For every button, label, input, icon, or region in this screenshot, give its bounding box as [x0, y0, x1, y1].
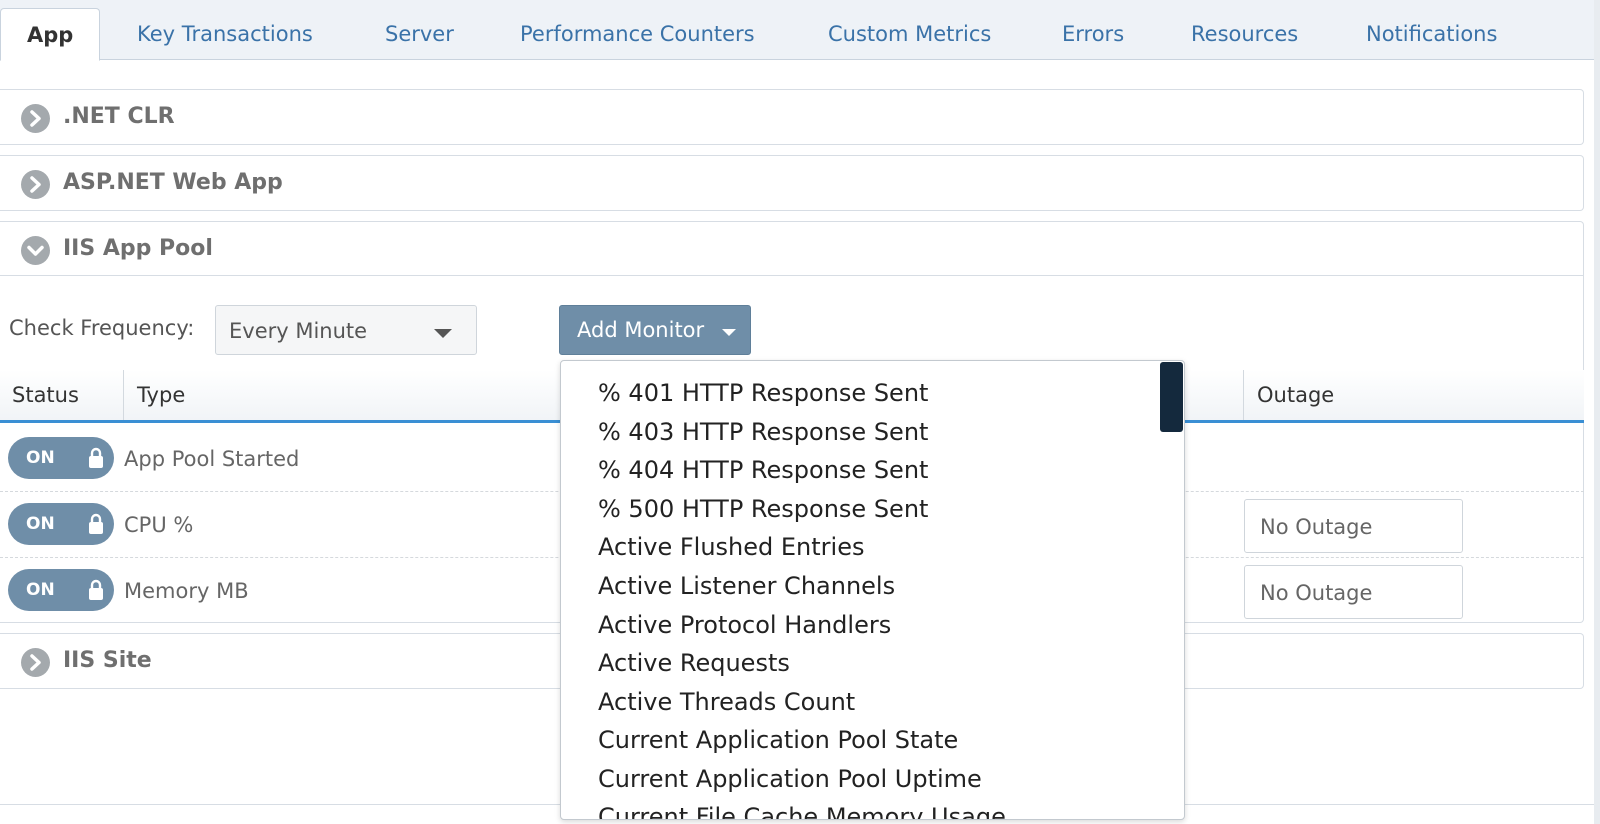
lock-icon: [89, 579, 103, 600]
monitor-type: Memory MB: [124, 579, 249, 603]
dropdown-item[interactable]: % 401 HTTP Response Sent: [598, 374, 928, 412]
chevron-right-icon: [21, 648, 50, 677]
monitor-type: CPU %: [124, 513, 194, 537]
panel-aspnet-header[interactable]: ASP.NET Web App: [0, 156, 1583, 210]
caret-down-icon: [434, 329, 452, 338]
add-monitor-button[interactable]: Add Monitor: [559, 305, 751, 355]
dropdown-item[interactable]: Active Flushed Entries: [598, 528, 864, 566]
tab-resources[interactable]: Resources: [1191, 8, 1298, 60]
dropdown-item[interactable]: Current Application Pool Uptime: [598, 760, 982, 798]
monitor-type: App Pool Started: [124, 447, 300, 471]
tab-bar: App Key Transactions Server Performance …: [0, 0, 1594, 61]
dropdown-item[interactable]: Current File Cache Memory Usage: [598, 798, 1006, 819]
toggle-label: ON: [26, 580, 55, 600]
dropdown-item[interactable]: Active Threads Count: [598, 683, 855, 721]
header-status[interactable]: Status: [12, 370, 79, 420]
panel-title: IIS Site: [63, 648, 152, 673]
add-monitor-dropdown: % 401 HTTP Response Sent % 403 HTTP Resp…: [560, 360, 1185, 820]
dropdown-item[interactable]: Active Requests: [598, 644, 790, 682]
caret-down-icon: [722, 329, 736, 336]
tab-errors[interactable]: Errors: [1062, 8, 1124, 60]
panel-title: ASP.NET Web App: [63, 170, 283, 195]
tab-performance-counters[interactable]: Performance Counters: [520, 8, 755, 60]
panel-title: .NET CLR: [63, 104, 175, 129]
column-divider: [1243, 370, 1244, 420]
tab-key-transactions[interactable]: Key Transactions: [137, 8, 313, 60]
panel-iis-app-pool-header[interactable]: IIS App Pool: [0, 222, 1583, 276]
check-frequency-select[interactable]: Every Minute: [215, 305, 477, 355]
chevron-right-icon: [21, 104, 50, 133]
panel-title: IIS App Pool: [63, 236, 213, 261]
outage-field[interactable]: No Outage: [1244, 499, 1463, 553]
tab-custom-metrics[interactable]: Custom Metrics: [828, 8, 991, 60]
tab-notifications[interactable]: Notifications: [1366, 8, 1497, 60]
outage-value: No Outage: [1260, 581, 1373, 605]
panel-aspnet-web-app: ASP.NET Web App: [0, 155, 1584, 211]
outage-value: No Outage: [1260, 515, 1373, 539]
column-divider: [123, 370, 124, 420]
check-frequency-value: Every Minute: [229, 319, 368, 343]
chevron-down-icon: [21, 236, 50, 265]
outage-field[interactable]: No Outage: [1244, 565, 1463, 619]
tab-app[interactable]: App: [0, 8, 101, 61]
status-toggle[interactable]: ON: [8, 437, 114, 479]
dropdown-item[interactable]: % 404 HTTP Response Sent: [598, 451, 928, 489]
toggle-label: ON: [26, 448, 55, 468]
toggle-label: ON: [26, 514, 55, 534]
status-toggle[interactable]: ON: [8, 569, 114, 611]
dropdown-item[interactable]: % 500 HTTP Response Sent: [598, 490, 928, 528]
lock-icon: [89, 513, 103, 534]
check-frequency-label: Check Frequency:: [9, 316, 195, 340]
tab-server[interactable]: Server: [385, 8, 454, 60]
status-toggle[interactable]: ON: [8, 503, 114, 545]
panel-net-clr: .NET CLR: [0, 89, 1584, 145]
dropdown-item[interactable]: Current Application Pool State: [598, 721, 958, 759]
dropdown-item[interactable]: % 403 HTTP Response Sent: [598, 413, 928, 451]
dropdown-scrollbar-thumb[interactable]: [1160, 362, 1183, 432]
chevron-right-icon: [21, 170, 50, 199]
add-monitor-label: Add Monitor: [577, 318, 705, 342]
lock-icon: [89, 447, 103, 468]
header-type[interactable]: Type: [137, 370, 185, 420]
panel-net-clr-header[interactable]: .NET CLR: [0, 90, 1583, 144]
dropdown-item[interactable]: Active Protocol Handlers: [598, 606, 891, 644]
page-scrollbar-track[interactable]: [1594, 0, 1600, 824]
header-outage[interactable]: Outage: [1257, 370, 1334, 420]
dropdown-item[interactable]: Active Listener Channels: [598, 567, 895, 605]
